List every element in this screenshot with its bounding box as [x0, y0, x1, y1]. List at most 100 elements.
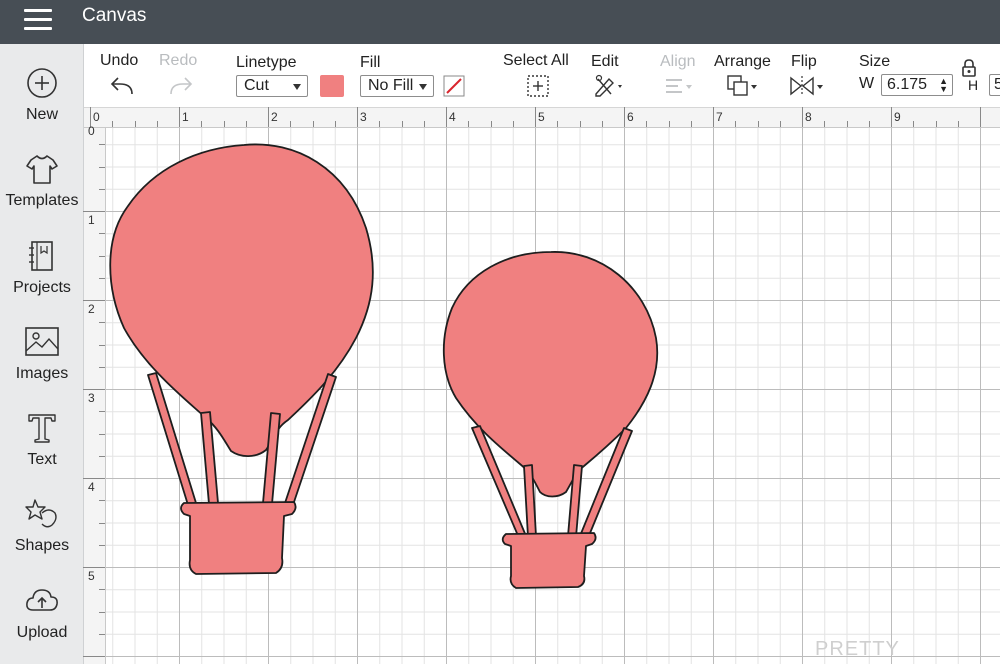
ruler-tick	[112, 121, 114, 127]
ruler-x-label: 8	[805, 110, 812, 124]
ruler-tick	[557, 121, 559, 127]
sidebar-item-shapes[interactable]: Shapes	[0, 497, 84, 577]
ruler-x-label: 0	[93, 110, 100, 124]
ruler-y-label: 1	[88, 213, 95, 227]
ruler-x-label: 4	[449, 110, 456, 124]
size-w-label: W	[859, 75, 875, 92]
ruler-y-label: 3	[88, 391, 95, 405]
width-value: 6.175	[887, 76, 928, 93]
arrange-button[interactable]: Arrange	[712, 50, 776, 104]
ruler-x-label: 1	[182, 110, 189, 124]
select-all-button[interactable]: Select All	[502, 50, 574, 104]
ruler-y-label: 4	[88, 480, 95, 494]
lock-icon[interactable]	[960, 58, 978, 78]
ruler-tick	[99, 633, 105, 635]
ruler-y-label: 5	[88, 569, 95, 583]
no-fill-swatch-icon[interactable]	[443, 75, 465, 97]
small-balloon-envelope	[442, 251, 659, 498]
height-input[interactable]: 5	[989, 74, 1000, 96]
ruler-tick	[757, 121, 759, 127]
horizontal-ruler: 0 1 2 3 4 5 6 7 8 9	[84, 107, 1000, 128]
ruler-tick	[99, 366, 105, 368]
ruler-tick	[579, 121, 581, 127]
ruler-tick	[245, 121, 247, 127]
fill-select[interactable]: No Fill	[360, 75, 434, 97]
size-h-label: H	[968, 77, 979, 93]
ruler-x-label: 2	[271, 110, 278, 124]
ruler-tick	[401, 121, 403, 127]
edit-label: Edit	[591, 53, 619, 70]
plus-circle-icon	[27, 68, 57, 98]
linetype-color-swatch[interactable]	[320, 75, 344, 97]
cloud-upload-icon	[26, 589, 58, 611]
ruler-tick	[99, 344, 105, 346]
sidebar-item-templates[interactable]: Templates	[0, 152, 84, 232]
ruler-tick	[83, 567, 105, 568]
flip-icon	[790, 76, 823, 96]
ruler-tick	[512, 121, 514, 127]
ruler-tick	[690, 121, 692, 127]
toolbar: Undo Redo Linetype Cut Fill No Fill Sele…	[84, 44, 1000, 108]
ruler-tick	[646, 121, 648, 127]
ruler-x-label: 6	[627, 110, 634, 124]
arrange-icon	[727, 75, 757, 96]
linetype-select[interactable]: Cut	[236, 75, 308, 97]
edit-tools-icon	[595, 74, 622, 97]
size-label: Size	[859, 53, 891, 70]
ruler-tick	[99, 455, 105, 457]
ruler-tick	[223, 121, 225, 127]
top-bar: Canvas	[0, 0, 1000, 44]
ruler-tick	[312, 121, 314, 127]
ruler-tick	[357, 107, 358, 127]
align-label: Align	[660, 53, 696, 70]
flip-button[interactable]: Flip	[787, 50, 833, 104]
ruler-tick	[668, 121, 670, 127]
sidebar-item-upload[interactable]: Upload	[0, 584, 84, 664]
ruler-tick	[201, 121, 203, 127]
small-hot-air-balloon[interactable]	[442, 251, 659, 589]
large-hot-air-balloon[interactable]	[109, 143, 374, 575]
chevron-down-icon	[419, 84, 427, 90]
design-canvas[interactable]	[106, 128, 1000, 664]
ruler-tick	[99, 255, 105, 257]
sidebar-item-label: Text	[27, 451, 57, 468]
fill-label: Fill	[360, 54, 381, 71]
ruler-tick	[99, 166, 105, 168]
ruler-tick	[334, 121, 336, 127]
shapes-icon	[25, 499, 57, 528]
ruler-tick	[99, 611, 105, 613]
ruler-tick	[83, 389, 105, 390]
ruler-tick	[99, 433, 105, 435]
sidebar-item-new[interactable]: New	[0, 66, 84, 146]
ruler-x-label: 7	[716, 110, 723, 124]
ruler-tick	[83, 300, 105, 301]
sidebar-item-label: Images	[15, 365, 69, 382]
ruler-x-label: 3	[360, 110, 367, 124]
hamburger-menu-icon[interactable]	[22, 7, 56, 35]
sidebar-item-label: Shapes	[14, 537, 70, 554]
image-icon	[25, 327, 59, 356]
sidebar-item-text[interactable]: Text	[0, 411, 84, 491]
ruler-tick	[99, 522, 105, 524]
page-title: Canvas	[82, 5, 147, 26]
ruler-tick	[468, 121, 470, 127]
edit-button[interactable]: Edit	[589, 50, 633, 104]
ruler-tick	[83, 211, 105, 212]
width-input[interactable]: 6.175 ▲ ▼	[881, 74, 953, 96]
ruler-tick	[99, 500, 105, 502]
redo-icon	[170, 77, 193, 95]
ruler-tick	[601, 121, 603, 127]
ruler-tick	[891, 107, 892, 127]
undo-button[interactable]: Undo	[98, 50, 146, 104]
ruler-tick	[83, 478, 105, 479]
sidebar-item-images[interactable]: Images	[0, 325, 84, 405]
redo-button[interactable]: Redo	[157, 50, 205, 104]
align-button[interactable]: Align	[658, 50, 700, 104]
sidebar-item-projects[interactable]: Projects	[0, 239, 84, 319]
ruler-y-label: 2	[88, 302, 95, 316]
ruler-tick	[156, 121, 158, 127]
stepper-arrows-icon[interactable]: ▲ ▼	[939, 77, 948, 94]
align-icon	[666, 79, 692, 93]
large-balloon-envelope	[109, 143, 374, 458]
ruler-tick	[868, 121, 870, 127]
